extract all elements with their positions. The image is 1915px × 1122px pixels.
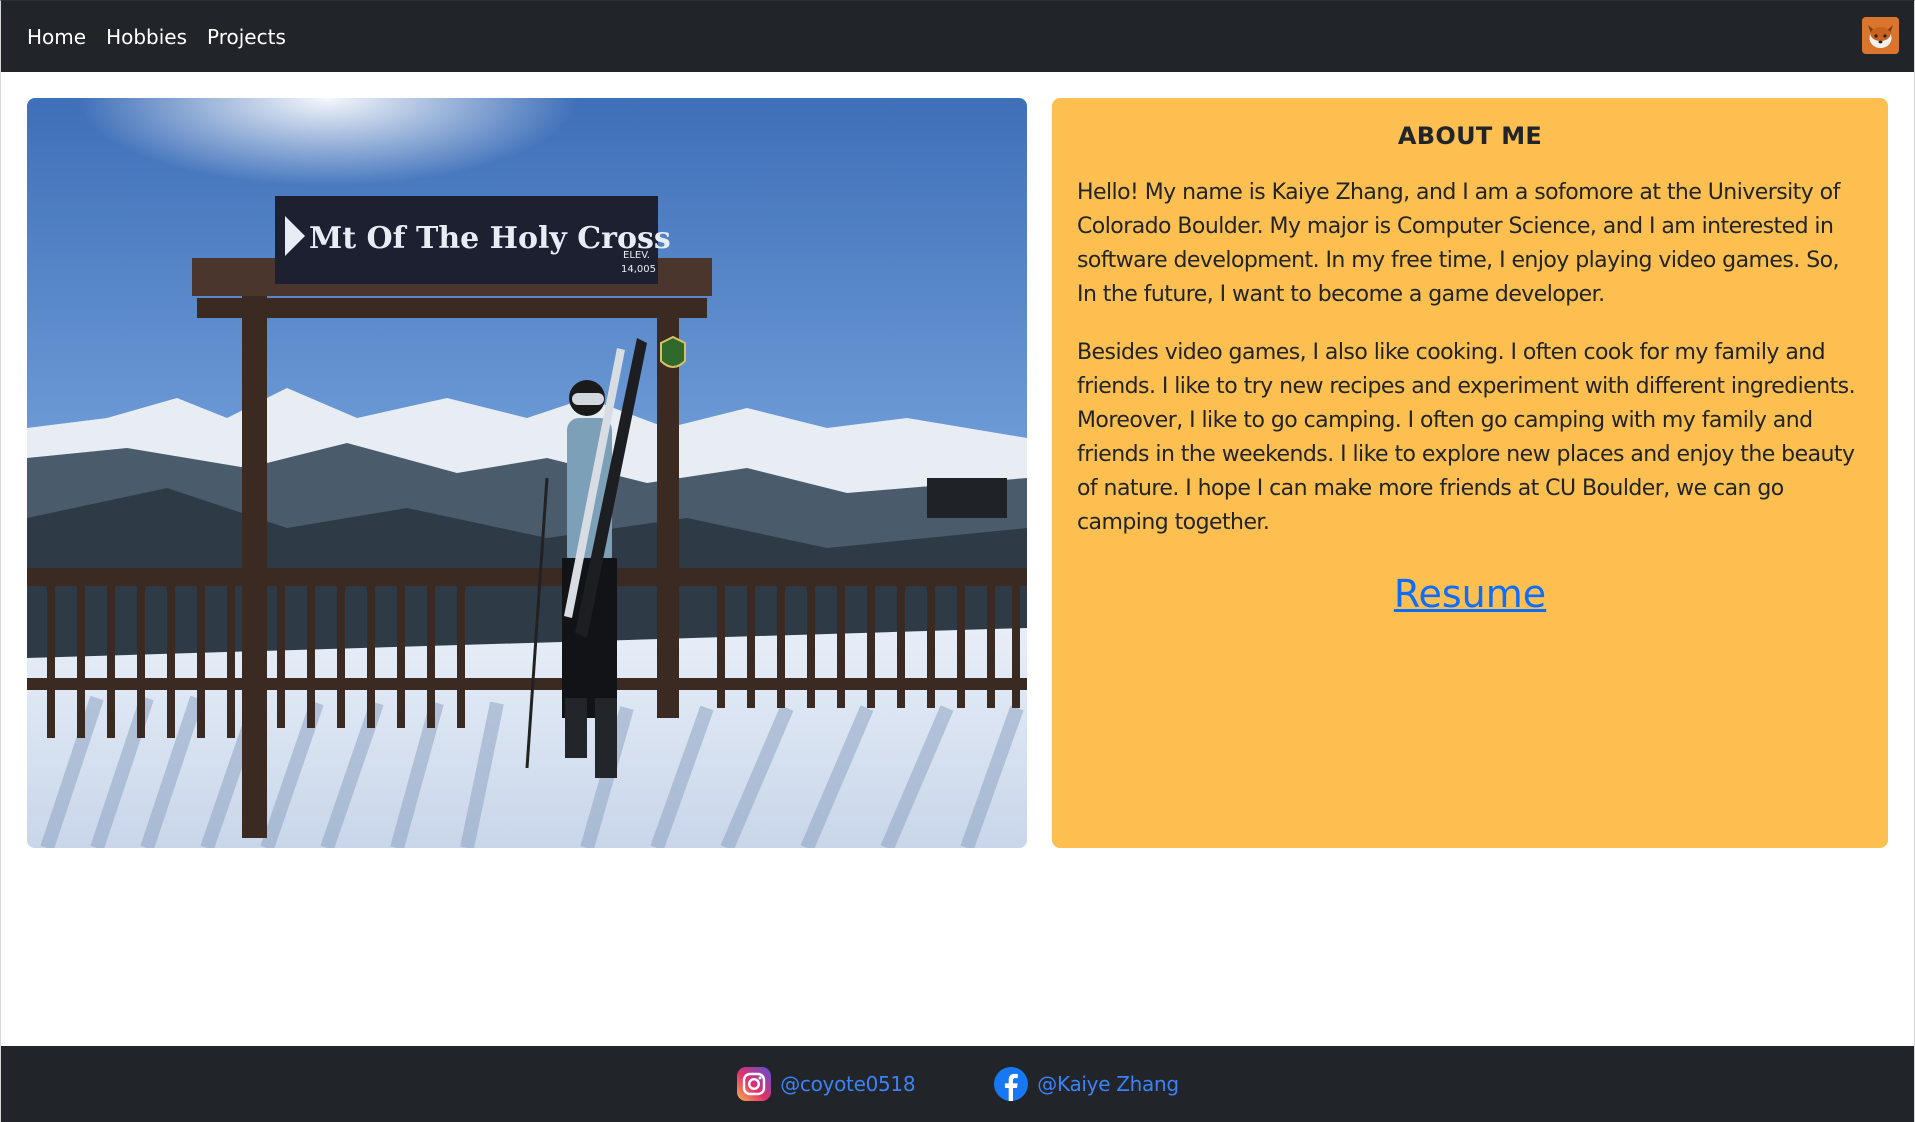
facebook-link[interactable]: @Kaiye Zhang <box>993 1066 1179 1102</box>
nav-links: Home Hobbies Projects <box>27 25 286 49</box>
instagram-icon <box>737 1067 772 1101</box>
about-me-title: ABOUT ME <box>1397 122 1543 150</box>
facebook-handle: @Kaiye Zhang <box>1037 1072 1179 1096</box>
nav-hobbies-link[interactable]: Hobbies <box>106 25 187 49</box>
sign-text: Mt Of The Holy Cross <box>309 221 671 256</box>
main-content: Mt Of The Holy Cross ELEV. 14,005 ABOUT … <box>27 98 1888 848</box>
resume-link[interactable]: Resume <box>1394 572 1546 616</box>
instagram-handle: @coyote0518 <box>780 1072 916 1096</box>
navbar: Home Hobbies Projects <box>1 1 1914 72</box>
about-paragraph-1: Hello! My name is Kaiye Zhang, and I am … <box>1077 180 1840 307</box>
footer: @coyote0518 @Kaiye Zhang <box>1 1046 1914 1122</box>
resume-container: Resume <box>1077 572 1863 616</box>
nav-home-link[interactable]: Home <box>27 25 86 49</box>
nav-projects-link[interactable]: Projects <box>207 25 286 49</box>
about-paragraph-2: Besides video games, I also like cooking… <box>1077 340 1856 535</box>
facebook-icon <box>994 1067 1029 1101</box>
profile-photo: Mt Of The Holy Cross ELEV. 14,005 <box>27 98 1027 848</box>
about-me-card: ABOUT ME Hello! My name is Kaiye Zhang, … <box>1052 98 1888 848</box>
fox-avatar-icon[interactable] <box>1862 17 1899 54</box>
instagram-link[interactable]: @coyote0518 <box>736 1066 916 1102</box>
sign-elev-value: 14,005 <box>621 264 656 275</box>
sign-elev-label: ELEV. <box>623 250 650 261</box>
